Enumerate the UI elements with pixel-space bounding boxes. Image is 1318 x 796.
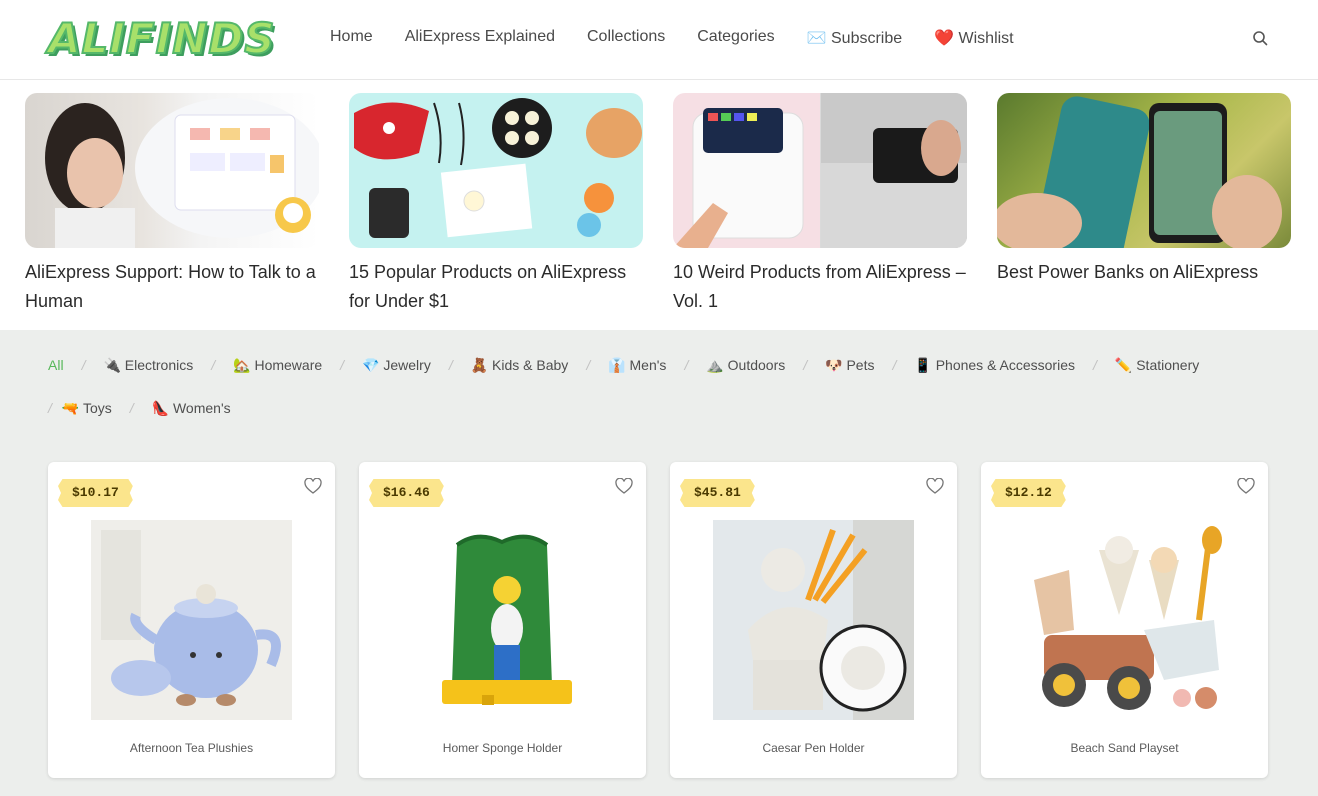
product-card[interactable]: $10.17 Afternoon Tea Plushies xyxy=(48,462,335,778)
filter-separator: / xyxy=(803,357,808,373)
article-card[interactable]: AliExpress Support: How to Talk to a Hum… xyxy=(25,93,319,316)
support-illustration xyxy=(45,98,319,248)
sand-playset-image xyxy=(1024,520,1225,720)
power-bank-illustration xyxy=(997,96,1282,248)
filter-separator: / xyxy=(448,357,453,373)
article-title[interactable]: Best Power Banks on AliExpress xyxy=(997,258,1291,287)
filter-pets[interactable]: 🐶 Pets xyxy=(825,357,874,374)
category-filters: All / 🔌 Electronics / 🏡 Homeware / 💎 Jew… xyxy=(48,354,1278,440)
filter-stationery[interactable]: ✏️ Stationery xyxy=(1115,357,1199,374)
main-nav: Home AliExpress Explained Collections Ca… xyxy=(330,28,1014,50)
filter-row: / 🔫 Toys / 👠 Women's xyxy=(48,397,1278,419)
filter-mens[interactable]: 👔 Men's xyxy=(608,357,666,374)
filter-separator: / xyxy=(340,357,345,373)
product-image[interactable] xyxy=(713,520,914,720)
article-thumbnail[interactable] xyxy=(997,93,1291,248)
product-card[interactable]: $45.81 Caesar Pen Holder xyxy=(670,462,957,778)
filter-row: All / 🔌 Electronics / 🏡 Homeware / 💎 Jew… xyxy=(48,354,1278,376)
filter-separator: / xyxy=(129,400,134,416)
filter-electronics[interactable]: 🔌 Electronics xyxy=(103,357,193,374)
products-collage-illustration xyxy=(354,98,642,238)
heart-icon[interactable] xyxy=(926,478,944,494)
sponge-holder-image xyxy=(402,520,603,720)
price-tag: $12.12 xyxy=(991,479,1066,507)
filter-homeware[interactable]: 🏡 Homeware xyxy=(233,357,322,374)
heart-icon[interactable] xyxy=(1237,478,1255,494)
filter-separator: / xyxy=(684,357,689,373)
article-title[interactable]: AliExpress Support: How to Talk to a Hum… xyxy=(25,258,319,316)
featured-articles: AliExpress Support: How to Talk to a Hum… xyxy=(0,80,1318,330)
filter-all[interactable]: All xyxy=(48,357,64,373)
nav-subscribe[interactable]: ✉️ Subscribe xyxy=(807,28,903,50)
filter-toys[interactable]: 🔫 Toys xyxy=(62,400,112,417)
filter-womens[interactable]: 👠 Women's xyxy=(152,400,231,417)
caesar-pen-holder-image xyxy=(713,520,914,720)
article-title[interactable]: 15 Popular Products on AliExpress for Un… xyxy=(349,258,643,316)
filter-phones-accessories[interactable]: 📱 Phones & Accessories xyxy=(914,357,1075,374)
article-card[interactable]: Best Power Banks on AliExpress xyxy=(997,93,1291,287)
nav-home[interactable]: Home xyxy=(330,28,373,50)
product-name[interactable]: Homer Sponge Holder xyxy=(359,741,646,755)
product-image[interactable] xyxy=(402,520,603,720)
filter-separator: / xyxy=(48,400,52,416)
product-name[interactable]: Beach Sand Playset xyxy=(981,741,1268,755)
filter-separator: / xyxy=(892,357,897,373)
heart-icon[interactable] xyxy=(615,478,633,494)
teapot-plush-image xyxy=(91,520,292,720)
site-header: ALIFINDS Home AliExpress Explained Colle… xyxy=(0,0,1318,80)
price-tag: $10.17 xyxy=(58,479,133,507)
product-name[interactable]: Afternoon Tea Plushies xyxy=(48,741,335,755)
article-thumbnail[interactable] xyxy=(25,93,319,248)
article-card[interactable]: 10 Weird Products from AliExpress – Vol.… xyxy=(673,93,967,316)
heart-icon[interactable] xyxy=(304,478,322,494)
product-image[interactable] xyxy=(91,520,292,720)
article-title[interactable]: 10 Weird Products from AliExpress – Vol.… xyxy=(673,258,967,316)
filter-separator: / xyxy=(1093,357,1097,373)
logo-text: ALIFINDS xyxy=(47,13,276,64)
site-logo[interactable]: ALIFINDS xyxy=(47,13,280,64)
weird-products-illustration xyxy=(673,93,967,248)
article-thumbnail[interactable] xyxy=(349,93,643,248)
filter-separator: / xyxy=(211,357,216,373)
product-name[interactable]: Caesar Pen Holder xyxy=(670,741,957,755)
filter-kids-baby[interactable]: 🧸 Kids & Baby xyxy=(471,357,569,374)
filter-separator: / xyxy=(81,357,86,373)
filter-jewelry[interactable]: 💎 Jewelry xyxy=(362,357,431,374)
filter-outdoors[interactable]: ⛰️ Outdoors xyxy=(706,357,785,374)
filter-separator: / xyxy=(586,357,591,373)
nav-wishlist[interactable]: ❤️ Wishlist xyxy=(934,28,1013,50)
nav-categories[interactable]: Categories xyxy=(697,28,774,50)
price-tag: $16.46 xyxy=(369,479,444,507)
product-card[interactable]: $12.12 Beach Sand Playset xyxy=(981,462,1268,778)
products-section: All / 🔌 Electronics / 🏡 Homeware / 💎 Jew… xyxy=(0,330,1318,796)
search-icon[interactable] xyxy=(1252,30,1268,46)
product-card[interactable]: $16.46 Homer Sponge Holder xyxy=(359,462,646,778)
nav-aliexpress-explained[interactable]: AliExpress Explained xyxy=(405,28,555,50)
product-image[interactable] xyxy=(1024,520,1225,720)
article-card[interactable]: 15 Popular Products on AliExpress for Un… xyxy=(349,93,643,316)
article-thumbnail[interactable] xyxy=(673,93,967,248)
nav-collections[interactable]: Collections xyxy=(587,28,665,50)
price-tag: $45.81 xyxy=(680,479,755,507)
